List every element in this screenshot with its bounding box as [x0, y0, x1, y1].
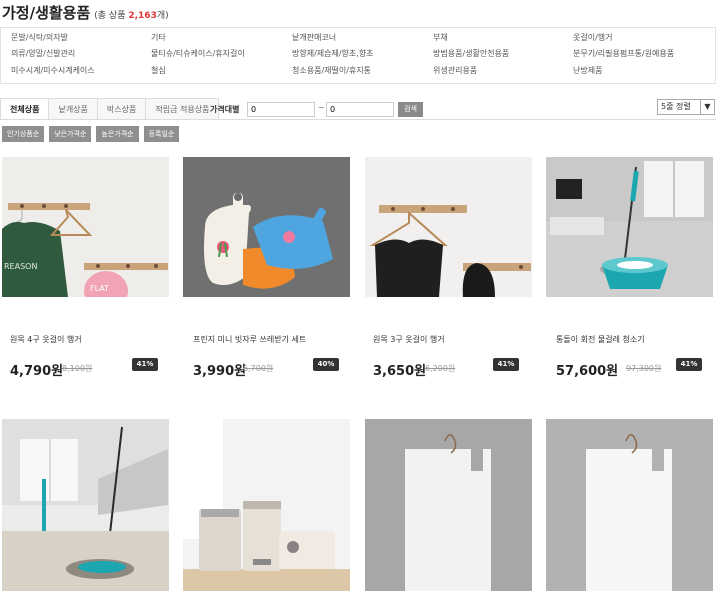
product-image[interactable]: [183, 157, 350, 297]
page-title: 가정/생활용품 (총 상품 2,163개): [2, 2, 169, 23]
row-layout-select[interactable]: 5줄 정렬 ▼: [657, 99, 715, 115]
category-link[interactable]: 난방제품: [573, 65, 602, 76]
product-card[interactable]: [546, 419, 713, 591]
spin-mop-photo: [546, 157, 713, 297]
tab-point-products[interactable]: 적립금 적용상품: [146, 98, 220, 120]
discount-badge: 41%: [676, 358, 702, 371]
product-original-price: 8,100원: [62, 364, 93, 373]
product-price: 4,790원: [10, 364, 64, 379]
price-max-input[interactable]: [326, 102, 394, 117]
product-name[interactable]: 원목 3구 옷걸이 행거: [373, 334, 445, 345]
product-image[interactable]: [546, 419, 713, 591]
discount-badge: 40%: [313, 358, 339, 371]
plastic-bag-photo: [365, 419, 532, 591]
discount-badge: 41%: [132, 358, 158, 371]
sweater-print-text: REASON: [4, 262, 37, 271]
product-image[interactable]: REASON FLAT: [2, 157, 169, 297]
category-link[interactable]: 부채: [433, 32, 448, 43]
sort-buttons: 인기상품순 낮은가격순 높은가격순 등록일순: [2, 126, 180, 142]
category-link[interactable]: 분무기/리필용펌프통/원예용품: [573, 48, 674, 59]
chevron-down-icon: ▼: [700, 100, 714, 114]
category-link[interactable]: 문발/식탁/의자발: [11, 32, 68, 43]
trash-can-photo: [183, 419, 350, 591]
cap-print-text: FLAT: [90, 284, 109, 293]
category-title: 가정/생활용품: [2, 4, 91, 22]
category-link[interactable]: 방범용품/생활안전용품: [433, 48, 509, 59]
category-link[interactable]: 낱개판매코너: [292, 32, 336, 43]
product-image[interactable]: [2, 419, 169, 591]
sort-high-price-button[interactable]: 높은가격순: [96, 126, 139, 142]
plastic-bag-photo: [546, 419, 713, 591]
category-link[interactable]: 의류/양말/신발관리: [11, 48, 75, 59]
broom-set-photo: [183, 157, 350, 297]
sort-newest-button[interactable]: 등록일순: [143, 126, 180, 142]
product-price: 3,990원: [193, 364, 247, 379]
product-name[interactable]: 원목 4구 옷걸이 행거: [10, 334, 82, 345]
product-price: 57,600원: [556, 364, 619, 379]
tabs-divider: [0, 119, 716, 120]
product-count: (총 상품 2,163개): [94, 11, 169, 21]
row-layout-value: 5줄 정렬: [661, 102, 691, 111]
subcategory-box: 문발/식탁/의자발 기타 낱개판매코너 부채 옷걸이/행거 의류/양말/신발관리…: [0, 27, 716, 84]
sort-low-price-button[interactable]: 낮은가격순: [49, 126, 92, 142]
tab-box-products[interactable]: 박스상품: [97, 98, 147, 120]
product-original-price: 97,300원: [626, 364, 662, 373]
string-mop-photo: [2, 419, 169, 591]
product-card[interactable]: [183, 419, 350, 591]
product-card[interactable]: [2, 419, 169, 591]
category-link[interactable]: 기타: [151, 32, 166, 43]
tab-all-products[interactable]: 전체상품: [0, 98, 50, 120]
hanger-3-photo: [365, 157, 532, 297]
category-link[interactable]: 위생관리용품: [433, 65, 477, 76]
product-name[interactable]: 통돌이 회전 물걸레 청소기: [556, 334, 645, 345]
category-link[interactable]: 방향제/제습제/향초,향초: [292, 48, 374, 59]
hanger-4-photo: REASON FLAT: [2, 157, 169, 297]
product-price: 3,650원: [373, 364, 427, 379]
product-image[interactable]: [546, 157, 713, 297]
product-name[interactable]: 프린지 미니 빗자루 쓰레받기 세트: [193, 334, 306, 345]
category-link[interactable]: 미수시계/미수시계케이스: [11, 65, 95, 76]
tab-single-products[interactable]: 낱개상품: [49, 98, 98, 120]
category-link[interactable]: 청소용품/재떨이/휴지통: [292, 65, 371, 76]
product-image[interactable]: [365, 157, 532, 297]
category-link[interactable]: 물티슈/티슈케이스/휴지걸이: [151, 48, 245, 59]
sort-popular-button[interactable]: 인기상품순: [2, 126, 45, 142]
product-card[interactable]: [365, 419, 532, 591]
discount-badge: 41%: [493, 358, 519, 371]
price-filter-label: 가격대별: [210, 105, 240, 114]
category-link[interactable]: 철심: [151, 65, 166, 76]
product-type-tabs: 전체상품 낱개상품 박스상품 적립금 적용상품: [0, 98, 220, 120]
product-image[interactable]: [183, 419, 350, 591]
price-range-separator: ~: [318, 103, 325, 112]
price-min-input[interactable]: [247, 102, 315, 117]
product-original-price: 6,200원: [425, 364, 456, 373]
category-link[interactable]: 옷걸이/행거: [573, 32, 613, 43]
product-original-price: 6,700원: [243, 364, 274, 373]
product-image[interactable]: [365, 419, 532, 591]
price-search-button[interactable]: 검색: [398, 102, 423, 117]
